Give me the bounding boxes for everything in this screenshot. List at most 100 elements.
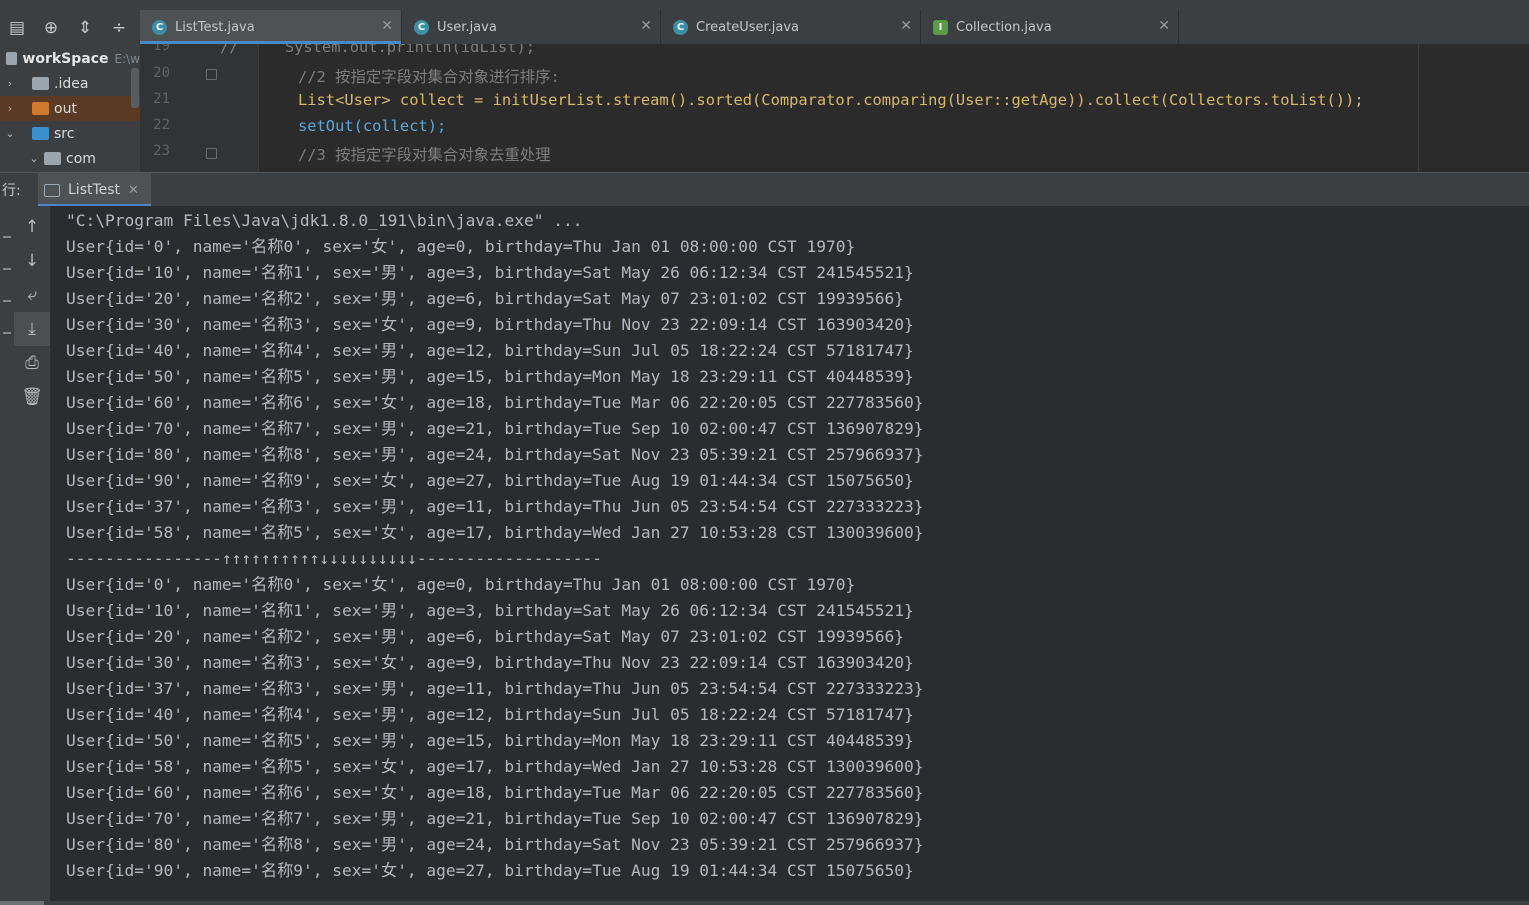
console-output[interactable]: "C:\Program Files\Java\jdk1.8.0_191\bin\…: [51, 206, 1529, 905]
soft-wrap-icon[interactable]: ⤶: [14, 278, 50, 312]
package-icon: [44, 152, 61, 165]
module-folder-icon: [6, 52, 18, 65]
scroll-thumb[interactable]: [0, 901, 44, 905]
tab-collection[interactable]: I Collection.java ✕: [921, 10, 1179, 44]
fold-marker-icon[interactable]: [206, 69, 217, 80]
tab-label: CreateUser.java: [696, 19, 800, 35]
tree-item-com[interactable]: ⌄ com: [0, 146, 140, 171]
console-line: User{id='40', name='名称4', sex='男', age=1…: [66, 341, 914, 360]
project-toolbar: ▤ ⊕ ⇕ ÷: [0, 10, 140, 46]
trash-icon[interactable]: 🗑: [14, 380, 50, 414]
console-line: ----------------↑↑↑↑↑↑↑↑↑↑↓↓↓↓↓↓↓↓↓↓----…: [66, 549, 603, 568]
strip-mark: [3, 268, 11, 270]
run-label: 行:: [2, 183, 21, 199]
console-line: User{id='70', name='名称7', sex='男', age=2…: [66, 809, 924, 828]
close-icon[interactable]: ✕: [900, 18, 912, 34]
line-number: 22: [153, 117, 170, 133]
code-line-22: setOut(collect);: [298, 117, 447, 135]
strip-mark: [3, 332, 11, 334]
chevron-down-icon[interactable]: ⌄: [24, 152, 44, 165]
project-root[interactable]: workSpace E:\w: [0, 46, 140, 71]
console-line: User{id='60', name='名称6', sex='女', age=1…: [66, 783, 924, 802]
console-line: User{id='80', name='名称8', sex='男', age=2…: [66, 835, 924, 854]
console-line: User{id='20', name='名称2', sex='男', age=6…: [66, 627, 904, 646]
locate-icon[interactable]: ⊕: [34, 10, 68, 46]
left-side-strip: [0, 206, 14, 905]
project-scrollbar[interactable]: [131, 68, 139, 108]
console-line: User{id='90', name='名称9', sex='女', age=2…: [66, 471, 914, 490]
excluded-folder-icon: [32, 102, 49, 115]
console-line: User{id='50', name='名称5', sex='男', age=1…: [66, 731, 914, 750]
right-margin-guide: [1418, 44, 1419, 172]
strip-mark: [3, 300, 11, 302]
tab-listtest[interactable]: C ListTest.java ✕: [140, 10, 402, 44]
console-line: User{id='37', name='名称3', sex='男', age=1…: [66, 497, 924, 516]
run-tab-listtest[interactable]: ListTest ✕: [38, 173, 151, 207]
console-line: User{id='10', name='名称1', sex='男', age=3…: [66, 263, 914, 282]
arrow-up-icon[interactable]: ↑: [14, 210, 50, 244]
console-line: User{id='58', name='名称5', sex='女', age=1…: [66, 523, 924, 542]
console-line: User{id='0', name='名称0', sex='女', age=0,…: [66, 237, 856, 256]
arrow-down-icon[interactable]: ↓: [14, 244, 50, 278]
console-line: User{id='30', name='名称3', sex='女', age=9…: [66, 315, 914, 334]
collapse-all-icon[interactable]: ÷: [102, 10, 136, 46]
project-panel: workSpace E:\w › .idea › out ⌄ src ⌄ com: [0, 46, 140, 172]
console-line: User{id='60', name='名称6', sex='女', age=1…: [66, 393, 924, 412]
tree-item-out[interactable]: › out: [0, 96, 140, 121]
tab-label: Collection.java: [956, 19, 1052, 35]
code-line-20: //2 按指定字段对集合对象进行排序:: [298, 68, 560, 86]
tab-label: User.java: [437, 19, 497, 35]
expand-all-icon[interactable]: ⇕: [68, 10, 102, 46]
console-line: User{id='70', name='名称7', sex='男', age=2…: [66, 419, 924, 438]
console-line: User{id='0', name='名称0', sex='女', age=0,…: [66, 575, 856, 594]
console-line: User{id='90', name='名称9', sex='女', age=2…: [66, 861, 914, 880]
bottom-scrollbar[interactable]: [0, 901, 1529, 905]
code-line-21: List<User> collect = initUserList.stream…: [298, 91, 1364, 109]
scroll-to-end-icon[interactable]: ⤓: [14, 312, 50, 346]
tab-user[interactable]: C User.java ✕: [402, 10, 661, 44]
console-icon: [44, 183, 60, 197]
code-editor[interactable]: 19 20 21 22 23 // System.out.println(idL…: [140, 44, 1529, 172]
strip-mark: [3, 236, 11, 238]
console-command-line: "C:\Program Files\Java\jdk1.8.0_191\bin\…: [66, 211, 583, 230]
run-toolbar: 行: ListTest ✕: [0, 172, 1529, 208]
class-icon: C: [414, 19, 429, 35]
console-line: User{id='10', name='名称1', sex='男', age=3…: [66, 601, 914, 620]
tree-item-src[interactable]: ⌄ src: [0, 121, 140, 146]
fold-marker-icon[interactable]: [206, 148, 217, 159]
close-icon[interactable]: ✕: [1158, 18, 1170, 34]
source-folder-icon: [32, 127, 49, 140]
code-line-23: //3 按指定字段对集合对象去重处理: [298, 146, 551, 164]
console-toolbar: ↑ ↓ ⤶ ⤓ ⎙ 🗑: [14, 206, 51, 905]
line-number: 23: [153, 143, 170, 159]
console-line: User{id='58', name='名称5', sex='女', age=1…: [66, 757, 924, 776]
console-line: User{id='30', name='名称3', sex='女', age=9…: [66, 653, 914, 672]
chevron-right-icon[interactable]: ›: [0, 102, 20, 115]
line-number: 20: [153, 65, 170, 81]
interface-icon: I: [933, 19, 948, 35]
project-view-icon[interactable]: ▤: [0, 10, 34, 46]
class-icon: C: [673, 19, 688, 35]
chevron-down-icon[interactable]: ⌄: [0, 127, 20, 140]
line-number: 19: [153, 44, 170, 54]
code-line-19: // System.out.println(idList);: [220, 44, 536, 56]
folder-icon: [32, 77, 49, 90]
console-line: User{id='37', name='名称3', sex='男', age=1…: [66, 679, 924, 698]
editor-tabs: C ListTest.java ✕ C User.java ✕ C Create…: [140, 10, 1529, 45]
console-lines: "C:\Program Files\Java\jdk1.8.0_191\bin\…: [66, 208, 923, 884]
close-icon[interactable]: ✕: [128, 183, 139, 198]
chevron-right-icon[interactable]: ›: [0, 77, 20, 90]
console-line: User{id='40', name='名称4', sex='男', age=1…: [66, 705, 914, 724]
print-icon[interactable]: ⎙: [14, 346, 50, 380]
run-tab-label: ListTest: [68, 182, 121, 198]
console-line: User{id='50', name='名称5', sex='男', age=1…: [66, 367, 914, 386]
console-line: User{id='80', name='名称8', sex='男', age=2…: [66, 445, 924, 464]
tab-createuser[interactable]: C CreateUser.java ✕: [661, 10, 921, 44]
close-icon[interactable]: ✕: [381, 18, 393, 34]
line-number: 21: [153, 91, 170, 107]
console-line: User{id='20', name='名称2', sex='男', age=6…: [66, 289, 904, 308]
tab-label: ListTest.java: [175, 19, 255, 35]
close-icon[interactable]: ✕: [640, 18, 652, 34]
tree-item-idea[interactable]: › .idea: [0, 71, 140, 96]
class-icon: C: [152, 19, 167, 35]
